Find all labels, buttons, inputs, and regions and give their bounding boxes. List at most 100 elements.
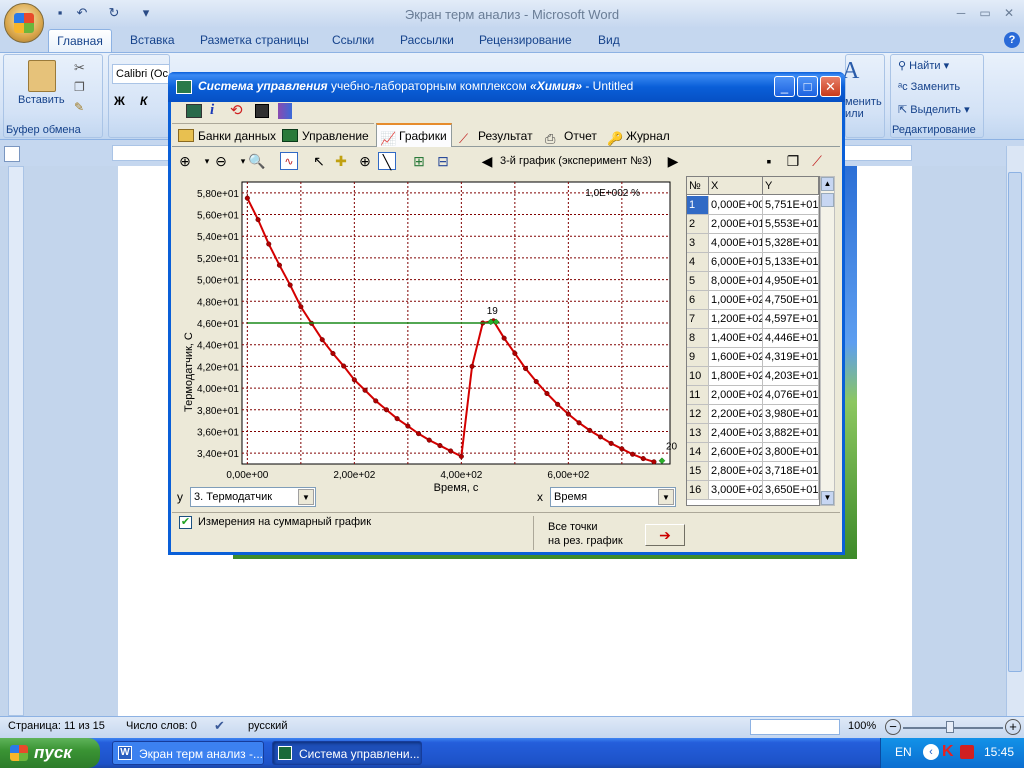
table-cell[interactable]: 4,319E+01 [763, 348, 819, 367]
undo-icon[interactable]: ↶ [74, 5, 90, 21]
table-scrollbar[interactable]: ▲ ▼ [820, 176, 835, 506]
scroll-up-icon[interactable]: ▲ [821, 177, 834, 191]
table-cell[interactable]: 0,000E+00 [709, 196, 763, 215]
prev-graph-icon[interactable]: ◀ [478, 152, 496, 170]
table-cell[interactable]: 5,751E+01 [763, 196, 819, 215]
table-cell[interactable]: 6,000E+01 [709, 253, 763, 272]
table-cell[interactable]: 4 [687, 253, 709, 272]
table-cell[interactable]: 2,200E+02 [709, 405, 763, 424]
table-cell[interactable]: 4,597E+01 [763, 310, 819, 329]
zoom-in-graph-icon[interactable]: ⊕ [176, 152, 194, 170]
table-cell[interactable]: 3 [687, 234, 709, 253]
save-graph-icon[interactable]: ▪ [760, 152, 778, 170]
view-buttons[interactable] [750, 719, 840, 735]
tab-control[interactable]: Управление [280, 125, 372, 147]
table-cell[interactable]: 2,600E+02 [709, 443, 763, 462]
task-control-system[interactable]: Система управлени... [272, 741, 422, 765]
table-cell[interactable]: 11 [687, 386, 709, 405]
table-cell[interactable]: 3,718E+01 [763, 462, 819, 481]
app-minimize-button[interactable]: _ [774, 76, 795, 97]
tab-data-banks[interactable]: Банки данных [176, 125, 276, 147]
save-icon[interactable]: ▪ [52, 5, 68, 21]
table-cell[interactable]: 1,200E+02 [709, 310, 763, 329]
monitor-icon[interactable] [186, 104, 202, 118]
redo-icon[interactable]: ↻ [106, 5, 122, 21]
status-page[interactable]: Страница: 11 из 15 [8, 720, 105, 732]
minimize-icon[interactable]: ─ [948, 5, 974, 21]
copy-icon[interactable]: ❐ [74, 80, 85, 94]
table-cell[interactable]: 15 [687, 462, 709, 481]
table-cell[interactable]: 1,000E+02 [709, 291, 763, 310]
next-graph-icon[interactable]: ▶ [664, 152, 682, 170]
zoom-level[interactable]: 100% [848, 720, 876, 732]
table-cell[interactable]: 8 [687, 329, 709, 348]
table-cell[interactable]: 4,446E+01 [763, 329, 819, 348]
zoom-in-icon[interactable]: + [1005, 719, 1021, 735]
table-cell[interactable]: 3,800E+01 [763, 443, 819, 462]
zoom-out-graph-icon[interactable]: ⊖ [212, 152, 230, 170]
table-cell[interactable]: 1 [687, 196, 709, 215]
zoom-slider-thumb[interactable] [946, 721, 954, 733]
table-cell[interactable]: 14 [687, 443, 709, 462]
table-cell[interactable]: 5,553E+01 [763, 215, 819, 234]
restore-icon[interactable]: ▭ [972, 5, 998, 21]
table-cell[interactable]: 4,950E+01 [763, 272, 819, 291]
table-cell[interactable]: 4,076E+01 [763, 386, 819, 405]
table-cell[interactable]: 8,000E+01 [709, 272, 763, 291]
table-cell[interactable]: 5 [687, 272, 709, 291]
tab-selector[interactable] [4, 146, 20, 162]
table-cell[interactable]: 2 [687, 215, 709, 234]
replace-button[interactable]: ᵃc Заменить [898, 81, 960, 93]
task-word[interactable]: Экран терм анализ -... [112, 741, 264, 765]
office-button[interactable] [4, 3, 44, 43]
table-cell[interactable]: 4,000E+01 [709, 234, 763, 253]
refresh-icon[interactable]: ⟲ [230, 101, 243, 119]
paste-icon[interactable] [28, 60, 56, 92]
table-cell[interactable]: 2,400E+02 [709, 424, 763, 443]
bold-button[interactable]: Ж [114, 94, 125, 108]
add-points-icon[interactable]: ⊞ [410, 152, 428, 170]
tools-icon[interactable] [278, 103, 292, 119]
tab-layout[interactable]: Разметка страницы [200, 33, 309, 51]
antivirus-icon[interactable]: K [942, 743, 954, 761]
status-words[interactable]: Число слов: 0 [126, 720, 197, 732]
line-tool-icon[interactable]: ╲ [378, 152, 396, 170]
table-cell[interactable]: 4,750E+01 [763, 291, 819, 310]
table-cell[interactable]: 6 [687, 291, 709, 310]
close-icon[interactable]: ✕ [996, 5, 1022, 21]
scroll-down-icon[interactable]: ▼ [821, 491, 834, 505]
qat-dropdown-icon[interactable]: ▾ [138, 5, 154, 21]
tab-mailings[interactable]: Рассылки [400, 33, 454, 51]
table-header-cell[interactable]: X [709, 177, 763, 195]
table-cell[interactable]: 7 [687, 310, 709, 329]
data-table[interactable]: № X Y 1 0,000E+00 5,751E+01 2 2,000E+01 5,553E+0… [686, 176, 820, 506]
summary-checkbox-label[interactable]: Измерения на суммарный график [198, 516, 371, 528]
move-cross-icon[interactable]: ✚ [332, 152, 350, 170]
tab-graphs[interactable]: 📈 Графики [376, 123, 452, 147]
info-icon[interactable]: i [210, 102, 214, 119]
table-cell[interactable]: 1,400E+02 [709, 329, 763, 348]
italic-button[interactable]: К [140, 94, 147, 108]
table-cell[interactable]: 1,800E+02 [709, 367, 763, 386]
tray-app-icon[interactable] [960, 745, 974, 759]
remove-points-icon[interactable]: ⊟ [434, 152, 452, 170]
tab-report[interactable]: ⎙ Отчет [542, 125, 600, 147]
tab-result[interactable]: ⟋ Результат [456, 125, 536, 147]
status-language[interactable]: русский [248, 720, 287, 732]
table-cell[interactable]: 2,000E+01 [709, 215, 763, 234]
summary-checkbox[interactable]: ✔ [179, 516, 192, 529]
tab-insert[interactable]: Вставка [130, 33, 175, 51]
tab-review[interactable]: Рецензирование [479, 33, 572, 51]
table-cell[interactable]: 13 [687, 424, 709, 443]
table-cell[interactable]: 2,000E+02 [709, 386, 763, 405]
table-scroll-thumb[interactable] [821, 193, 834, 207]
y-axis-select[interactable]: 3. Термодатчик ▼ [190, 487, 316, 507]
paste-button[interactable]: Вставить [18, 94, 65, 106]
table-cell[interactable]: 3,650E+01 [763, 481, 819, 500]
chart[interactable]: 5,80e+01 5,60e+01 5,40e+01 5,20e+01 5,00e+01… [172, 174, 682, 492]
table-cell[interactable]: 10 [687, 367, 709, 386]
send-all-points-button[interactable]: ➔ [645, 524, 685, 546]
table-cell[interactable]: 12 [687, 405, 709, 424]
table-cell[interactable]: 5,328E+01 [763, 234, 819, 253]
crosshair-icon[interactable]: ⊕ [356, 152, 374, 170]
